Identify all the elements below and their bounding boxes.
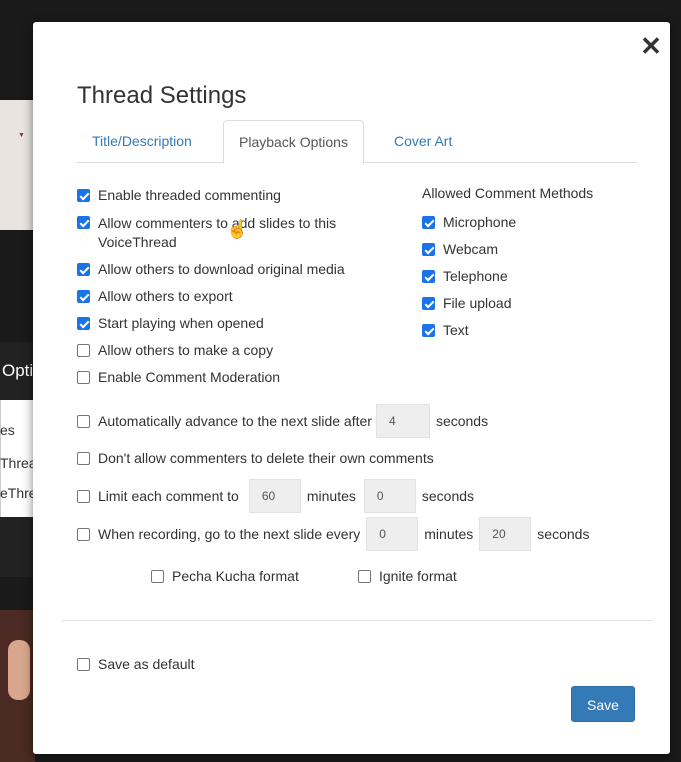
checkbox-microphone[interactable] bbox=[422, 216, 435, 229]
option-label: Start playing when opened bbox=[98, 315, 264, 331]
auto-advance-seconds-input[interactable]: 4 bbox=[375, 404, 430, 438]
checkbox-file-upload[interactable] bbox=[422, 297, 435, 310]
close-icon[interactable]: ✕ bbox=[639, 32, 663, 60]
option-download-media[interactable]: Allow others to download original media bbox=[77, 261, 345, 278]
option-ignite[interactable]: Ignite format bbox=[358, 568, 457, 585]
format-label: Ignite format bbox=[379, 568, 457, 584]
minutes-unit: minutes bbox=[424, 526, 474, 542]
option-export[interactable]: Allow others to export bbox=[77, 288, 233, 305]
seconds-unit: seconds bbox=[421, 488, 475, 504]
checkbox-pecha-kucha[interactable] bbox=[151, 570, 164, 583]
tab-cover-art[interactable]: Cover Art bbox=[379, 120, 467, 163]
method-label: Microphone bbox=[443, 214, 517, 230]
checkbox-recording-advance[interactable] bbox=[77, 527, 90, 541]
checkbox-save-default[interactable] bbox=[77, 658, 90, 671]
checkbox-comment-moderation[interactable] bbox=[77, 371, 90, 384]
checkbox-make-copy[interactable] bbox=[77, 344, 90, 357]
option-threaded-commenting[interactable]: Enable threaded commenting bbox=[77, 187, 281, 204]
hand-cursor-icon: ☝ bbox=[226, 219, 249, 239]
recording-label: When recording, go to the next slide eve… bbox=[98, 526, 361, 542]
recording-seconds-input[interactable]: 20 bbox=[479, 517, 532, 551]
thumbnail-mark: ▼ bbox=[18, 132, 25, 139]
option-auto-advance: Automatically advance to the next slide … bbox=[77, 404, 488, 438]
limit-comment-label: Limit each comment to bbox=[98, 488, 239, 504]
comment-methods-heading: Allowed Comment Methods bbox=[422, 185, 594, 201]
option-no-delete[interactable]: Don't allow commenters to delete their o… bbox=[77, 450, 434, 467]
option-label: Enable threaded commenting bbox=[98, 187, 281, 203]
option-save-default[interactable]: Save as default bbox=[77, 656, 195, 673]
option-limit-comment: Limit each comment to 60 minutes 0 secon… bbox=[77, 479, 474, 513]
method-label: File upload bbox=[443, 295, 512, 311]
checkbox-export[interactable] bbox=[77, 290, 90, 303]
option-pecha-kucha[interactable]: Pecha Kucha format bbox=[151, 568, 299, 585]
method-telephone[interactable]: Telephone bbox=[422, 268, 508, 285]
background-thumbnail: ▼ bbox=[0, 100, 35, 230]
method-webcam[interactable]: Webcam bbox=[422, 241, 498, 258]
photo-subject bbox=[8, 640, 30, 700]
method-label: Webcam bbox=[443, 241, 498, 257]
checkbox-webcam[interactable] bbox=[422, 243, 435, 256]
background-thumbnail-photo bbox=[0, 610, 35, 762]
settings-tabs: Title/Description Playback Options Cover… bbox=[77, 120, 637, 164]
method-label: Telephone bbox=[443, 268, 508, 284]
tab-title-description[interactable]: Title/Description bbox=[77, 120, 207, 163]
option-label: Allow others to export bbox=[98, 288, 233, 304]
option-label: Enable Comment Moderation bbox=[98, 369, 281, 385]
checkbox-start-playing[interactable] bbox=[77, 317, 90, 330]
option-start-playing[interactable]: Start playing when opened bbox=[77, 315, 264, 332]
save-button[interactable]: Save bbox=[571, 686, 635, 722]
option-label: Don't allow commenters to delete their o… bbox=[98, 450, 434, 466]
option-label: Save as default bbox=[98, 656, 195, 672]
thread-settings-modal: ✕ Thread Settings Title/Description Play… bbox=[33, 22, 670, 754]
modal-title: Thread Settings bbox=[77, 82, 247, 109]
checkbox-no-delete[interactable] bbox=[77, 452, 90, 465]
tab-playback-options[interactable]: Playback Options bbox=[223, 120, 364, 164]
minutes-unit: minutes bbox=[306, 488, 356, 504]
checkbox-limit-comment[interactable] bbox=[77, 489, 90, 503]
checkbox-auto-advance[interactable] bbox=[77, 414, 90, 428]
footer-divider bbox=[61, 620, 653, 621]
limit-minutes-input[interactable]: 60 bbox=[248, 479, 301, 513]
checkbox-threaded-commenting[interactable] bbox=[77, 189, 90, 202]
checkbox-download-media[interactable] bbox=[77, 263, 90, 276]
seconds-unit: seconds bbox=[435, 413, 489, 429]
checkbox-text[interactable] bbox=[422, 324, 435, 337]
option-make-copy[interactable]: Allow others to make a copy bbox=[77, 342, 273, 359]
method-file-upload[interactable]: File upload bbox=[422, 295, 512, 312]
method-label: Text bbox=[443, 322, 469, 338]
option-label: Allow others to download original media bbox=[98, 261, 345, 277]
checkbox-add-slides[interactable] bbox=[77, 216, 90, 229]
limit-seconds-input[interactable]: 0 bbox=[363, 479, 416, 513]
seconds-unit: seconds bbox=[537, 526, 590, 542]
method-text[interactable]: Text bbox=[422, 322, 469, 339]
checkbox-ignite[interactable] bbox=[358, 570, 371, 583]
option-recording-advance: When recording, go to the next slide eve… bbox=[77, 517, 589, 551]
method-microphone[interactable]: Microphone bbox=[422, 214, 516, 231]
option-comment-moderation[interactable]: Enable Comment Moderation bbox=[77, 369, 280, 386]
format-label: Pecha Kucha format bbox=[172, 568, 299, 584]
option-label: Allow others to make a copy bbox=[98, 342, 274, 358]
checkbox-telephone[interactable] bbox=[422, 270, 435, 283]
auto-advance-label: Automatically advance to the next slide … bbox=[98, 413, 372, 429]
recording-minutes-input[interactable]: 0 bbox=[366, 517, 419, 551]
